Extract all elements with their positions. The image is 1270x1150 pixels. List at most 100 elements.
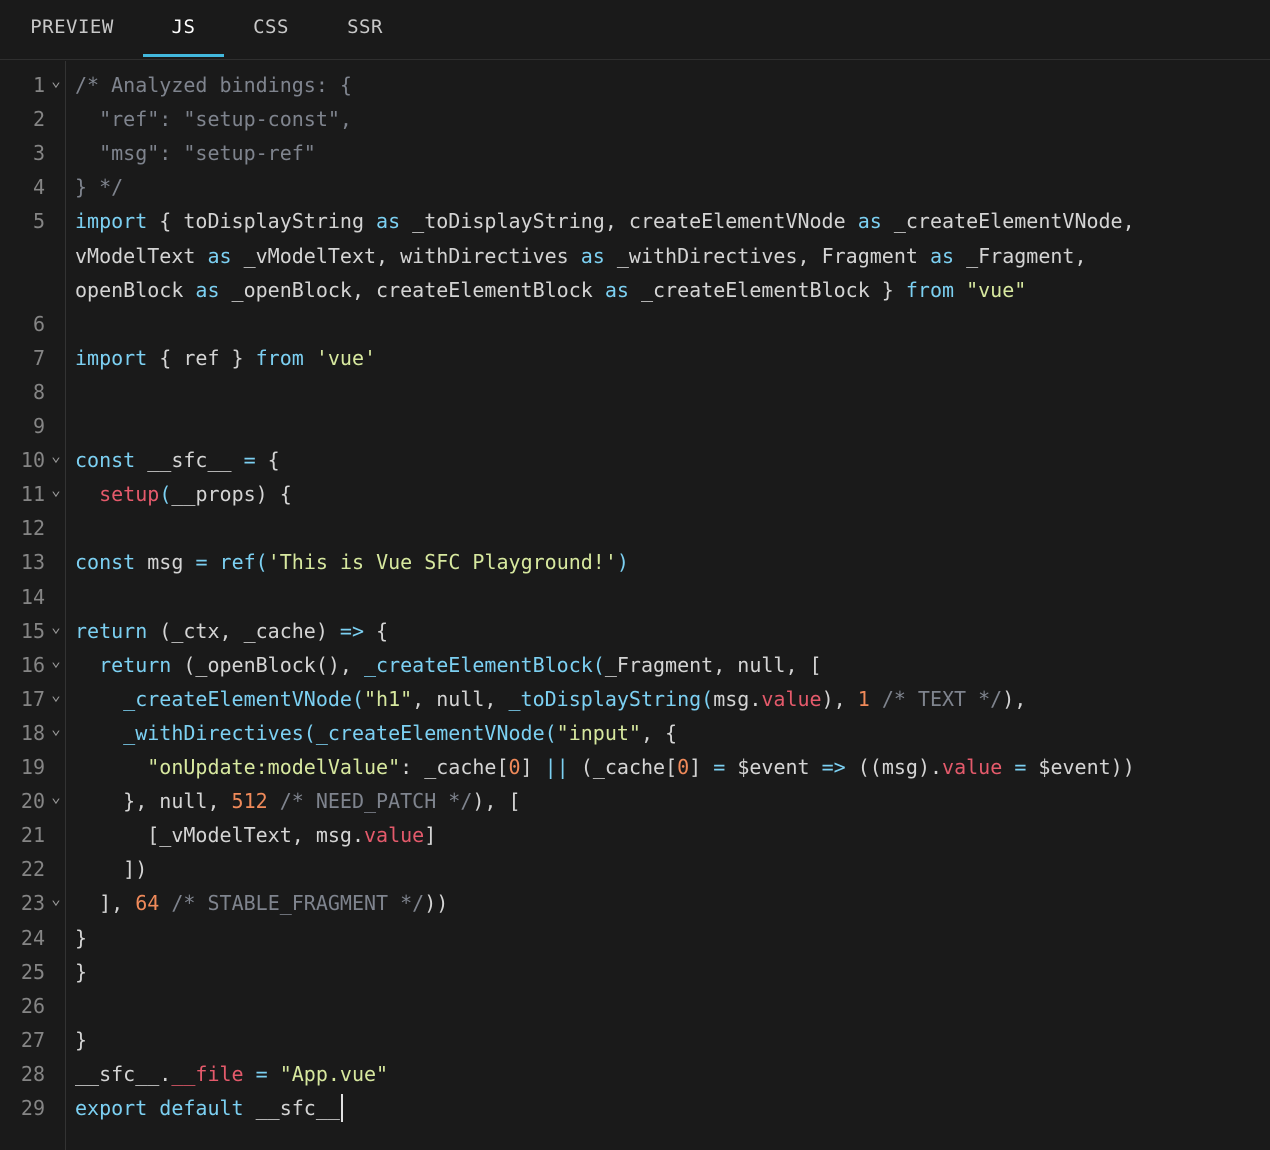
- code-token: (: [351, 686, 364, 711]
- line-number: 20: [20, 789, 45, 814]
- code-token: __sfc__: [243, 1096, 340, 1120]
- code-line: const __sfc__ = {: [75, 443, 280, 477]
- tab-css[interactable]: CSS: [236, 0, 306, 60]
- code-token: 512: [231, 789, 268, 814]
- chevron-down-icon[interactable]: ⌄: [49, 614, 63, 648]
- line-number: 15: [20, 618, 45, 643]
- code-token: [_vModelText, msg.: [75, 823, 364, 848]
- code-token: msg: [135, 550, 196, 575]
- code-token: (: [159, 482, 172, 507]
- line-number: 19: [20, 755, 45, 779]
- code-token: ]): [75, 857, 148, 882]
- code-token: 'vue': [315, 345, 377, 370]
- code-line: }: [75, 921, 87, 955]
- tab-js[interactable]: JS: [143, 0, 224, 60]
- code-token: 0: [677, 755, 690, 779]
- tab-ssr[interactable]: SSR: [330, 0, 400, 60]
- code-token: }: [75, 1027, 88, 1052]
- code-token: ||: [544, 755, 569, 779]
- tab-css-label: CSS: [253, 16, 289, 38]
- code-token: ]: [520, 755, 545, 779]
- code-token: ref: [219, 550, 256, 575]
- code-line: openBlock as _openBlock, createElementBl…: [75, 273, 1026, 307]
- code-token: msg.: [713, 686, 762, 711]
- chevron-down-icon[interactable]: ⌄: [49, 477, 63, 511]
- code-token: import: [75, 209, 148, 234]
- code-token: value: [363, 823, 425, 848]
- line-number: 22: [20, 857, 45, 882]
- code-token: "h1": [364, 686, 413, 711]
- code-token: from: [255, 345, 304, 370]
- code-token: =>: [339, 618, 364, 643]
- code-token: _Fragment, null, [: [604, 652, 822, 677]
- code-token: _createElementVNode,: [881, 209, 1135, 234]
- code-token: _openBlock, createElementBlock: [219, 277, 605, 302]
- code-line: const msg = ref('This is Vue SFC Playgro…: [75, 545, 629, 579]
- code-token: /* Analyzed bindings: {: [75, 73, 352, 97]
- code-token: openBlock: [75, 277, 196, 302]
- code-token: ), [: [472, 789, 521, 814]
- code-token: vModelText: [75, 243, 208, 268]
- code-token: setup: [99, 482, 160, 507]
- line-number: 5: [32, 209, 45, 234]
- line-number: 14: [20, 584, 45, 609]
- code-token: : _cache[: [400, 755, 509, 779]
- code-token: (: [544, 720, 557, 745]
- line-number: 3: [32, 141, 45, 166]
- line-number: 23: [20, 891, 45, 916]
- chevron-down-icon[interactable]: ⌄: [49, 784, 63, 818]
- code-token: _withDirectives, Fragment: [604, 243, 930, 268]
- code-token: as: [929, 243, 955, 268]
- code-token: as: [207, 243, 232, 268]
- line-number: 16: [20, 652, 45, 677]
- code-token: "input": [556, 720, 641, 745]
- code-token: }: [75, 925, 88, 950]
- code-token: =: [1014, 755, 1027, 779]
- tab-preview[interactable]: PREVIEW: [14, 0, 130, 60]
- chevron-down-icon[interactable]: ⌄: [49, 682, 63, 716]
- code-token: } */: [75, 175, 124, 200]
- code-token: __sfc__.: [75, 1061, 172, 1086]
- code-line: _createElementVNode("h1", null, _toDispl…: [75, 682, 1026, 716]
- line-number: 11: [20, 482, 45, 507]
- chevron-down-icon[interactable]: ⌄: [49, 68, 63, 102]
- code-token: ]: [424, 823, 437, 848]
- code-editor[interactable]: 1 ⌄ 2 3 4 5 6 7 8 9 10 ⌄ 11 ⌄ 12 13 14 15 ⌄ 16 ⌄ 17 ⌄ 18 ⌄ 19 20 ⌄ 2…: [0, 61, 1270, 1150]
- tab-ssr-label: SSR: [347, 16, 383, 38]
- code-line: }: [75, 1023, 87, 1057]
- line-number: 6: [32, 311, 45, 336]
- line-number: 12: [20, 516, 45, 541]
- code-token: _createElementVNode: [315, 720, 545, 745]
- code-token: =: [243, 448, 256, 473]
- code-token: 64: [135, 891, 160, 916]
- line-number: 24: [20, 925, 45, 950]
- code-token: __props) {: [171, 482, 292, 507]
- line-number: 8: [32, 379, 45, 404]
- code-token: ),: [1002, 686, 1027, 711]
- chevron-down-icon[interactable]: ⌄: [49, 648, 63, 682]
- code-token: , null,: [412, 686, 509, 711]
- code-content[interactable]: /* Analyzed bindings: { "ref": "setup-co…: [75, 61, 1270, 1150]
- code-token: (: [701, 686, 714, 711]
- tab-js-label: JS: [171, 16, 196, 38]
- chevron-down-icon[interactable]: ⌄: [49, 886, 63, 920]
- line-number: 17: [20, 686, 45, 711]
- code-token: /* STABLE_FRAGMENT */: [171, 891, 425, 916]
- code-token: }: [75, 959, 88, 984]
- code-token: _toDisplayString, createElementVNode: [400, 209, 858, 234]
- chevron-down-icon[interactable]: ⌄: [49, 716, 63, 750]
- chevron-down-icon[interactable]: ⌄: [49, 443, 63, 477]
- line-number: 10: [20, 448, 45, 473]
- line-number: 28: [20, 1061, 45, 1086]
- text-cursor: [340, 1094, 343, 1122]
- code-token: ): [616, 550, 629, 575]
- code-line: ]): [75, 852, 147, 886]
- code-line: setup(__props) {: [75, 477, 292, 511]
